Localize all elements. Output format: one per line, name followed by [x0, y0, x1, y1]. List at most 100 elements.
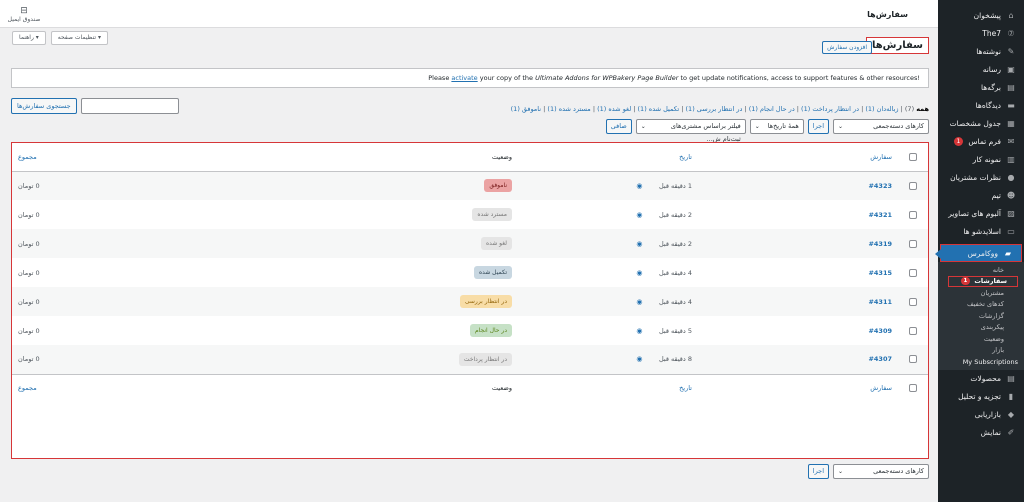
status-link[interactable]: ناموفق (1) — [511, 105, 541, 113]
sidebar-item[interactable]: ◆ بازاریابی — [938, 406, 1024, 424]
row-checkbox[interactable] — [909, 181, 917, 190]
activation-notice: Please activate your copy of the Ultimat… — [11, 68, 929, 88]
sidebar-item-label: آلبوم های تصاویر — [948, 208, 1001, 218]
row-checkbox[interactable] — [909, 297, 917, 306]
preview-eye-icon[interactable]: ◉ — [636, 240, 642, 248]
total-cell: 0 تومان — [18, 210, 40, 219]
preview-eye-icon[interactable]: ◉ — [636, 269, 642, 277]
order-link[interactable]: #4309 — [868, 327, 892, 335]
select-all-checkbox-footer[interactable] — [909, 384, 917, 393]
table-row[interactable]: #4307 8 دقیقه قبل ◉ در انتظار پرداخت 0 توما… — [12, 345, 928, 374]
column-order[interactable]: سفارش — [698, 143, 898, 172]
preview-eye-icon[interactable]: ◉ — [636, 327, 642, 335]
column-date[interactable]: تاریخ — [518, 143, 698, 172]
sidebar-item-woocommerce[interactable]: ▰ ووکامرس — [935, 244, 1022, 262]
submenu-item[interactable]: گزارشات — [938, 310, 1024, 322]
select-all-cell-footer — [898, 373, 928, 402]
sidebar-item[interactable]: ⑦ The7 — [938, 24, 1024, 42]
add-order-button[interactable]: افزودن سفارش — [822, 41, 872, 54]
sidebar-item[interactable]: ▥ نمونه کار — [938, 150, 1024, 168]
row-checkbox[interactable] — [909, 239, 917, 248]
sidebar-item[interactable]: ⌂ پیشخوان — [938, 6, 1024, 24]
screen-options-button[interactable]: تنظیمات صفحه ▾ — [50, 31, 108, 45]
column-total-footer[interactable]: مجموع — [12, 373, 268, 402]
submenu-item[interactable]: وضعیت — [938, 333, 1024, 345]
status-badge: در انتظار بررسی — [459, 295, 512, 308]
activate-link[interactable]: activate — [451, 74, 477, 82]
row-checkbox[interactable] — [909, 355, 917, 364]
sidebar-item[interactable]: ▬ دیدگاه‌ها — [938, 96, 1024, 114]
bulk-actions-select-bottom[interactable]: کارهای دسته‌جمعی ⌄ — [833, 464, 929, 479]
customer-select[interactable]: فیلتر براساس مشتری‌های ثبت‌نام ش... ⌄ — [635, 119, 746, 143]
order-link[interactable]: #4307 — [868, 355, 892, 363]
sidebar-item[interactable]: ✎ نوشته‌ها — [938, 42, 1024, 60]
status-badge: مسترد شده — [472, 208, 512, 221]
total-cell: 0 تومان — [18, 268, 40, 277]
sidebar-item[interactable]: ● نظرات مشتریان — [938, 168, 1024, 186]
submenu-item[interactable]: My Subscriptions — [938, 356, 1024, 368]
order-link[interactable]: #4315 — [868, 269, 892, 277]
table-row[interactable]: #4315 4 دقیقه قبل ◉ تکمیل شده 0 تومان — [12, 258, 928, 287]
filter-button[interactable]: صافی — [605, 119, 632, 134]
sidebar-item[interactable]: ▦ جدول مشخصات — [938, 114, 1024, 132]
table-row[interactable]: #4319 2 دقیقه قبل ◉ لغو شده 0 تومان — [12, 229, 928, 258]
sidebar-item[interactable]: ☻ تیم — [938, 186, 1024, 204]
search-orders-button[interactable]: جستجوی سفارش‌ها — [11, 98, 77, 114]
status-link[interactable]: در انتظار بررسی (1) — [686, 105, 743, 113]
table-row[interactable]: #4321 2 دقیقه قبل ◉ مسترد شده 0 تومان — [12, 200, 928, 229]
column-date-footer[interactable]: تاریخ — [518, 373, 698, 402]
status-link[interactable]: لغو شده (1) — [597, 105, 631, 113]
sidebar-item[interactable]: ▨ آلبوم های تصاویر — [938, 204, 1024, 222]
inbox-link[interactable]: ⊟ صندوق ایمیل — [4, 6, 44, 23]
submenu-item[interactable]: پیکربندی — [938, 322, 1024, 334]
apply-button-bottom[interactable]: اجرا — [807, 464, 829, 479]
search-box: جستجوی سفارش‌ها — [11, 98, 179, 114]
order-link[interactable]: #4323 — [868, 182, 892, 190]
status-link[interactable]: زباله‌دان (1) — [865, 105, 898, 113]
sidebar-item[interactable]: ▤ محصولات — [938, 370, 1024, 388]
help-button[interactable]: راهنما ▾ — [12, 31, 46, 45]
order-link[interactable]: #4319 — [868, 240, 892, 248]
status-link-all[interactable]: همه — [916, 105, 929, 113]
table-filters: کارهای دسته‌جمعی ⌄ اجرا همهٔ تاریخ‌ها ⌄ فی… — [605, 119, 929, 143]
table-row[interactable]: #4309 5 دقیقه قبل ◉ در حال انجام 0 تومان — [12, 316, 928, 345]
sidebar-item[interactable]: ▣ رسانه — [938, 60, 1024, 78]
column-total[interactable]: مجموع — [12, 143, 268, 172]
row-checkbox[interactable] — [909, 326, 917, 335]
submenu-item[interactable]: بازار — [938, 345, 1024, 357]
preview-eye-icon[interactable]: ◉ — [636, 211, 642, 219]
submenu-item-label: گزارشات — [978, 311, 1004, 320]
date-cell: 4 دقیقه قبل ◉ — [518, 258, 698, 287]
table-row[interactable]: #4311 4 دقیقه قبل ◉ در انتظار بررسی 0 تومان — [12, 287, 928, 316]
select-all-checkbox[interactable] — [909, 152, 917, 161]
status-link[interactable]: در حال انجام (1) — [749, 105, 795, 113]
row-checkbox[interactable] — [909, 268, 917, 277]
preview-eye-icon[interactable]: ◉ — [636, 355, 642, 363]
column-order-footer[interactable]: سفارش — [698, 373, 898, 402]
submenu-item[interactable]: مشتریان — [938, 287, 1024, 299]
status-link[interactable]: مسترد شده (1) — [547, 105, 590, 113]
row-checkbox[interactable] — [909, 210, 917, 219]
preview-eye-icon[interactable]: ◉ — [636, 182, 642, 190]
status-link[interactable]: در انتظار پرداخت (1) — [801, 105, 859, 113]
preview-eye-icon[interactable]: ◉ — [636, 298, 642, 306]
submenu-item[interactable]: کدهای تخفیف — [938, 299, 1024, 311]
bulk-actions-select[interactable]: کارهای دسته‌جمعی ⌄ — [833, 119, 929, 134]
submenu-item[interactable]: خانه — [938, 264, 1024, 276]
order-link[interactable]: #4311 — [868, 298, 892, 306]
search-input[interactable] — [80, 98, 179, 114]
sidebar-item[interactable]: ✉ فرم تماس 1 — [938, 132, 1024, 150]
table-row[interactable]: #4323 1 دقیقه قبل ◉ ناموفق 0 تومان — [12, 171, 928, 200]
status-cell: در انتظار بررسی — [268, 287, 518, 316]
apply-button[interactable]: اجرا — [807, 119, 829, 134]
total-cell: 0 تومان — [18, 239, 40, 248]
dates-select[interactable]: همهٔ تاریخ‌ها ⌄ — [749, 119, 804, 134]
status-link[interactable]: تکمیل شده (1) — [638, 105, 680, 113]
sidebar-item[interactable]: ▮ تجزیه و تحلیل — [938, 388, 1024, 406]
sidebar-item[interactable]: ✐ نمایش — [938, 424, 1024, 442]
orders-table: سفارش تاریخ وضعیت مجموع #4323 1 دقیقه قبل… — [11, 142, 929, 459]
sidebar-item[interactable]: ▤ برگه‌ها — [938, 78, 1024, 96]
submenu-item[interactable]: سفارشات 1 — [948, 275, 1018, 287]
sidebar-item[interactable]: ▭ اسلایدشو ها — [938, 222, 1024, 240]
order-link[interactable]: #4321 — [868, 211, 892, 219]
